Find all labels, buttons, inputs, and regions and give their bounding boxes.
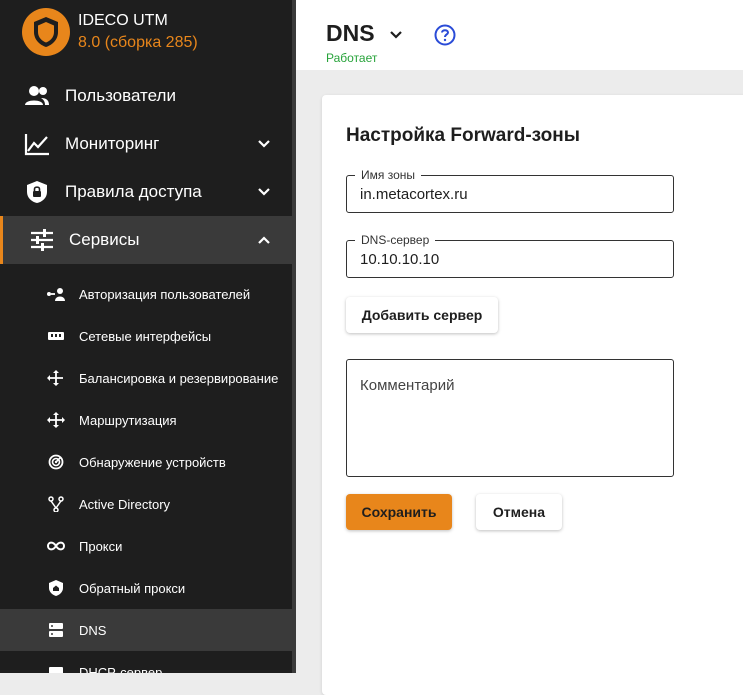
comment-placeholder: Комментарий (360, 377, 455, 394)
dns-server-label: DNS-сервер (355, 233, 436, 247)
sidebar-item-active-directory[interactable]: Active Directory (0, 483, 292, 525)
dhcp-icon (49, 667, 63, 673)
chevron-down-icon (258, 140, 270, 148)
branch-icon (48, 496, 64, 512)
sidebar-label-proxy: Прокси (79, 538, 123, 554)
nav-item-users[interactable]: Пользователи (0, 72, 292, 120)
logo-icon (22, 8, 70, 56)
nav-item-services[interactable]: Сервисы (0, 216, 292, 264)
user-key-icon (47, 288, 65, 301)
sidebar-label-balancing: Балансировка и резервирование (79, 370, 279, 386)
shield-lock-icon (27, 181, 47, 203)
arrows-split-icon (47, 370, 63, 386)
sidebar-item-user-auth[interactable]: Авторизация пользователей (0, 273, 292, 315)
sidebar-item-dns[interactable]: DNS (0, 609, 292, 651)
shield-home-icon (49, 580, 63, 596)
sidebar-label-active-directory: Active Directory (79, 496, 171, 512)
arrows-all-icon (47, 412, 65, 428)
nav-label-access-rules: Правила доступа (65, 182, 202, 201)
users-icon (25, 86, 49, 105)
brand-name: IDECO UTM (78, 12, 168, 29)
radar-icon (48, 454, 64, 470)
sidebar: IDECO UTM 8.0 (сборка 285) Пользователи … (0, 0, 292, 673)
sidebar-label-device-discovery: Обнаружение устройств (79, 454, 226, 470)
ethernet-icon (48, 332, 64, 340)
sidebar-label-reverse-proxy: Обратный прокси (79, 580, 186, 596)
nav-item-monitoring[interactable]: Мониторинг (0, 120, 292, 168)
brand-block: IDECO UTM 8.0 (сборка 285) (22, 8, 198, 56)
sidebar-item-dhcp[interactable]: DHCP-сервер (0, 651, 292, 673)
zone-name-label: Имя зоны (355, 168, 421, 182)
zone-name-input[interactable] (360, 186, 660, 203)
dns-server-field[interactable]: DNS-сервер (346, 233, 674, 278)
save-button[interactable]: Сохранить (346, 494, 452, 530)
sidebar-item-net-interfaces[interactable]: Сетевые интерфейсы (0, 315, 292, 357)
brand-version: 8.0 (сборка 285) (78, 34, 198, 51)
server-icon (49, 623, 63, 637)
forward-zone-card: Настройка Forward-зоны Имя зоны DNS-серв… (322, 95, 743, 695)
sidebar-scrollbar[interactable] (292, 0, 296, 673)
infinity-icon (46, 541, 66, 551)
dns-server-input[interactable] (360, 251, 660, 268)
sidebar-label-dhcp: DHCP-сервер (79, 664, 163, 674)
chart-line-icon (24, 134, 49, 156)
card-title: Настройка Forward-зоны (346, 125, 580, 146)
add-server-button[interactable]: Добавить сервер (346, 297, 498, 333)
sidebar-label-user-auth: Авторизация пользователей (79, 286, 251, 302)
status-text: Работает (326, 51, 378, 65)
sidebar-label-net-interfaces: Сетевые интерфейсы (79, 328, 212, 344)
comment-textarea[interactable]: Комментарий (346, 359, 674, 477)
chevron-up-icon (258, 236, 270, 244)
sidebar-label-dns: DNS (79, 622, 107, 638)
help-icon[interactable] (434, 24, 456, 46)
sidebar-item-device-discovery[interactable]: Обнаружение устройств (0, 441, 292, 483)
sidebar-item-proxy[interactable]: Прокси (0, 525, 292, 567)
page-header: DNS Работает (296, 0, 743, 70)
nav-label-services: Сервисы (69, 230, 140, 249)
chevron-down-icon (258, 188, 270, 196)
sidebar-item-routing[interactable]: Маршрутизация (0, 399, 292, 441)
sidebar-item-reverse-proxy[interactable]: Обратный прокси (0, 567, 292, 609)
chevron-down-icon[interactable] (388, 28, 404, 42)
nav-label-users: Пользователи (65, 86, 176, 105)
nav-item-access-rules[interactable]: Правила доступа (0, 168, 292, 216)
page-title: DNS (326, 20, 375, 46)
sidebar-label-routing: Маршрутизация (79, 412, 177, 428)
sliders-icon (31, 229, 53, 251)
sidebar-item-balancing[interactable]: Балансировка и резервирование (0, 357, 292, 399)
zone-name-field[interactable]: Имя зоны (346, 168, 674, 213)
cancel-button[interactable]: Отмена (476, 494, 562, 530)
nav-label-monitoring: Мониторинг (65, 134, 160, 153)
